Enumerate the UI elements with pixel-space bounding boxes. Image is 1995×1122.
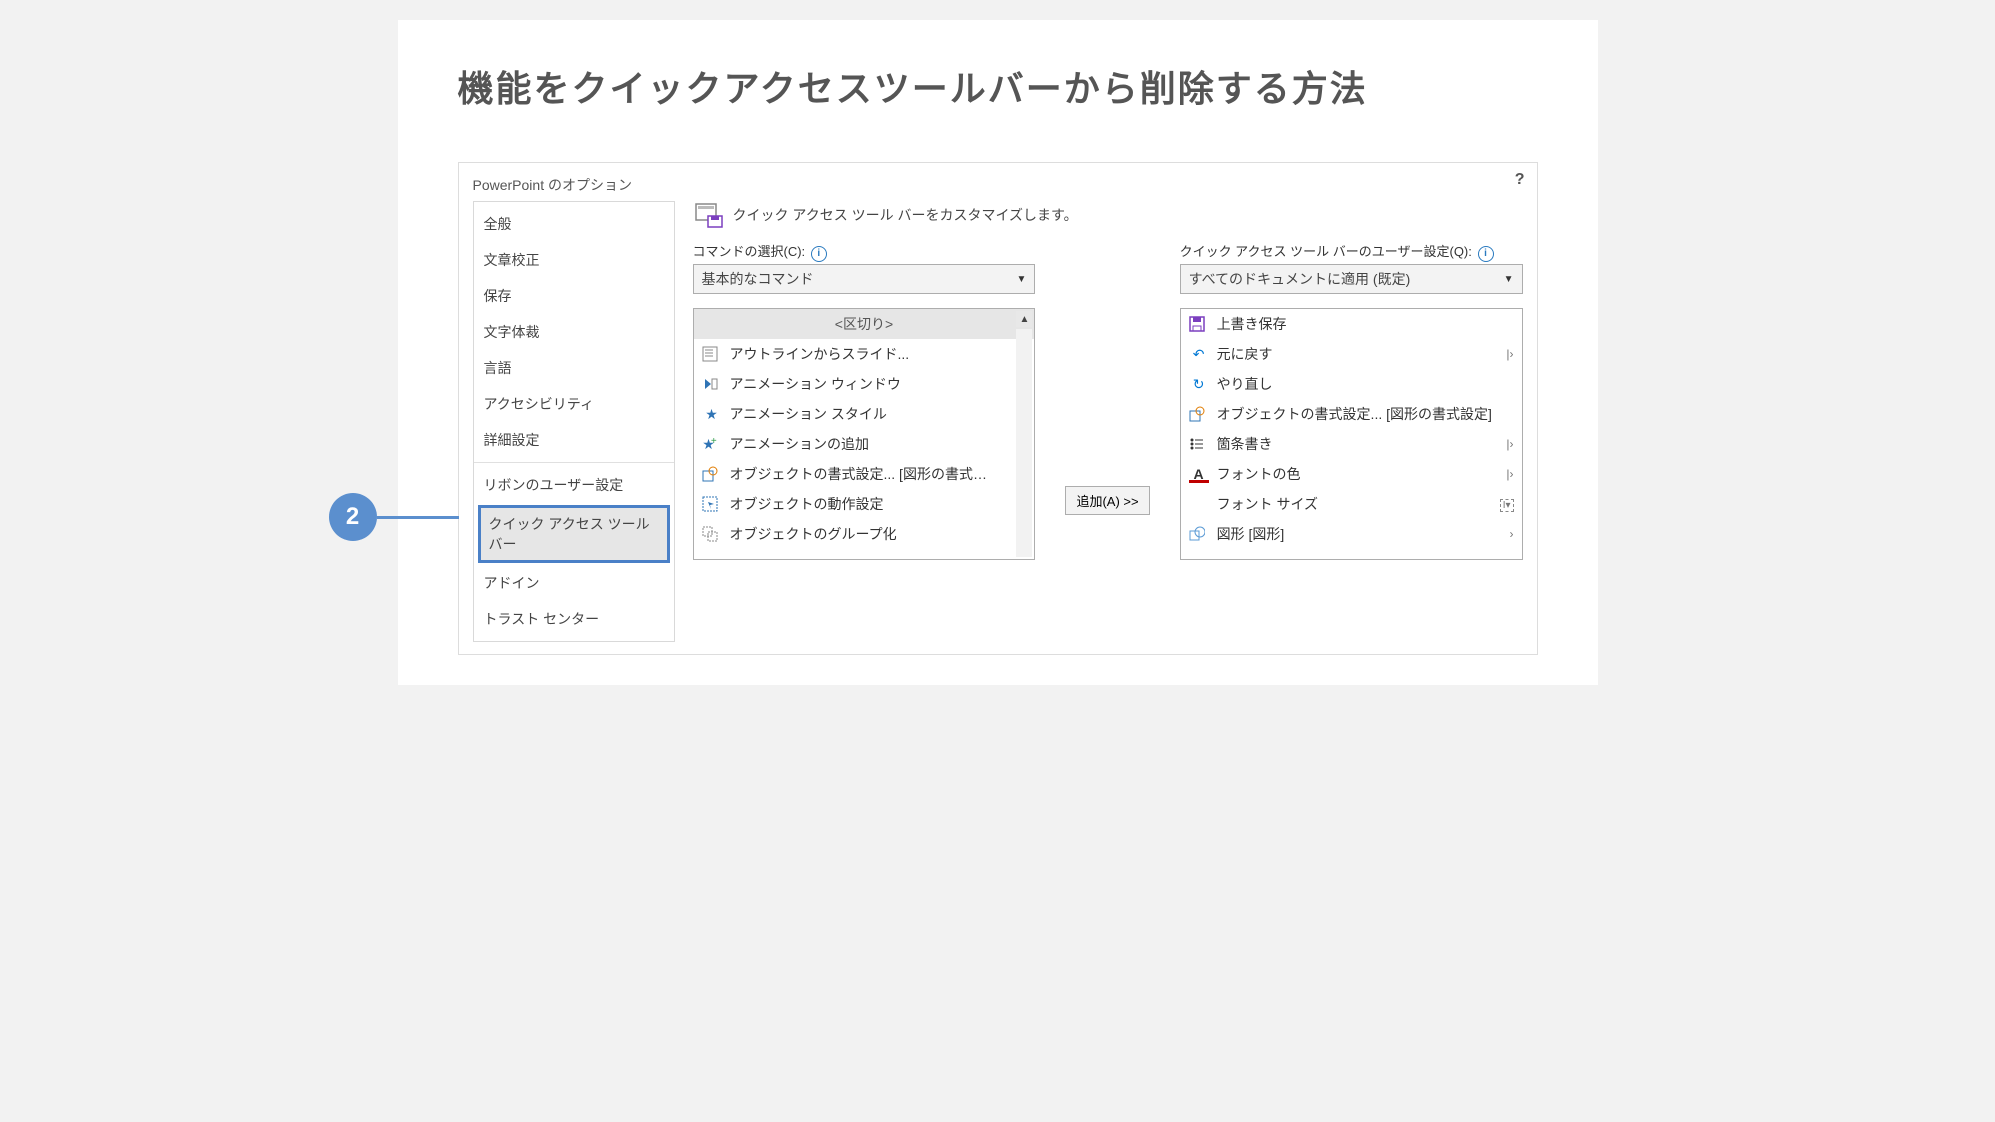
list-item-label: アニメーション ウィンドウ	[730, 374, 1027, 394]
choose-commands-value: 基本的なコマンド	[702, 269, 814, 289]
qat-item-font-color[interactable]: A フォントの色 |›	[1181, 459, 1522, 489]
qat-customize-label: クイック アクセス ツール バーをカスタマイズします。	[733, 205, 1078, 225]
group-icon	[702, 526, 722, 542]
qat-item-shapes[interactable]: 図形 [図形] ›	[1181, 519, 1522, 549]
page-title: 機能をクイックアクセスツールバーから削除する方法	[458, 60, 1538, 112]
split-indicator-icon: |›	[1506, 437, 1513, 451]
list-item-add-animation[interactable]: ★+ アニメーションの追加 ›	[694, 429, 1035, 459]
list-item-separator[interactable]: <区切り>	[694, 309, 1035, 339]
options-dialog: 2 PowerPoint のオプション ? 全般 文章校正 保存 文字体裁 言語…	[458, 162, 1538, 655]
list-item-action-settings[interactable]: オブジェクトの動作設定	[694, 489, 1035, 519]
star-add-icon: ★+	[702, 436, 722, 453]
list-item-label: 図形 [図形]	[1217, 524, 1502, 544]
scroll-up-icon[interactable]: ▲	[1016, 311, 1032, 327]
choose-commands-dropdown[interactable]: 基本的なコマンド ▼	[693, 264, 1036, 294]
qat-icon	[693, 201, 725, 229]
shapes-icon	[1189, 526, 1209, 542]
split-indicator-icon: |›	[1506, 467, 1513, 481]
list-item-label: オブジェクトのグループ化	[730, 524, 1027, 544]
outline-icon	[702, 346, 722, 362]
available-commands-list[interactable]: ▲ <区切り> アウトラインからスライド... アニメー	[693, 308, 1036, 560]
list-item-label: アニメーションの追加	[730, 434, 1015, 454]
sidebar-item-accessibility[interactable]: アクセシビリティ	[474, 386, 674, 422]
sidebar-item-ribbon[interactable]: リボンのユーザー設定	[474, 467, 674, 503]
qat-item-save[interactable]: 上書き保存	[1181, 309, 1522, 339]
list-item-label: フォント サイズ	[1217, 494, 1492, 514]
list-item-label: 上書き保存	[1217, 314, 1514, 334]
info-icon[interactable]: i	[811, 246, 827, 262]
list-item-animation-styles[interactable]: ★ アニメーション スタイル ›	[694, 399, 1035, 429]
sidebar-item-proofing[interactable]: 文章校正	[474, 242, 674, 278]
choose-commands-label: コマンドの選択(C): i	[693, 241, 1036, 262]
sidebar-item-quick-access[interactable]: クイック アクセス ツール バー	[478, 505, 670, 563]
slide: 機能をクイックアクセスツールバーから削除する方法 2 PowerPoint のオ…	[398, 20, 1598, 685]
format-icon	[702, 466, 722, 482]
list-item-label: やり直し	[1217, 374, 1514, 394]
undo-icon: ↶	[1189, 346, 1209, 363]
list-item-label: アウトラインからスライド...	[730, 344, 1027, 364]
font-color-icon: A	[1189, 466, 1209, 483]
list-item-label: オブジェクトの書式設定... [図形の書式設定]	[1217, 404, 1514, 424]
customize-qat-label-text: クイック アクセス ツール バーのユーザー設定(Q):	[1180, 244, 1472, 259]
list-item-label: フォントの色	[1217, 464, 1499, 484]
qat-item-undo[interactable]: ↶ 元に戻す |›	[1181, 339, 1522, 369]
chevron-right-icon: ›	[1510, 527, 1514, 541]
sidebar-item-addins[interactable]: アドイン	[474, 565, 674, 601]
star-icon: ★	[702, 406, 722, 423]
help-icon[interactable]: ?	[1515, 171, 1525, 189]
sidebar-item-save[interactable]: 保存	[474, 278, 674, 314]
list-item-label: アニメーション スタイル	[730, 404, 1015, 424]
separator-label: <区切り>	[702, 314, 1027, 334]
scroll-track[interactable]	[1016, 329, 1032, 557]
split-indicator-icon: |›	[1506, 347, 1513, 361]
list-item-format-object[interactable]: オブジェクトの書式設定... [図形の書式…	[694, 459, 1035, 489]
list-item-animation-pane[interactable]: アニメーション ウィンドウ	[694, 369, 1035, 399]
current-qat-list[interactable]: 上書き保存 ↶ 元に戻す |› ↻ やり直し	[1180, 308, 1523, 560]
animation-pane-icon	[702, 376, 722, 392]
info-icon[interactable]: i	[1478, 246, 1494, 262]
sidebar-divider	[474, 462, 674, 463]
sidebar-item-language[interactable]: 言語	[474, 350, 674, 386]
list-item-label: 箇条書き	[1217, 434, 1499, 454]
callout-line	[377, 516, 459, 519]
action-icon	[702, 496, 722, 512]
format-icon	[1189, 406, 1209, 422]
qat-item-bullets[interactable]: 箇条書き |›	[1181, 429, 1522, 459]
qat-scope-dropdown[interactable]: すべてのドキュメントに適用 (既定) ▼	[1180, 264, 1523, 294]
sidebar-item-typography[interactable]: 文字体裁	[474, 314, 674, 350]
customize-qat-label: クイック アクセス ツール バーのユーザー設定(Q): i	[1180, 241, 1523, 262]
combo-indicator-icon: I▾	[1500, 497, 1514, 511]
qat-scope-value: すべてのドキュメントに適用 (既定)	[1189, 269, 1411, 289]
choose-commands-label-text: コマンドの選択(C):	[693, 244, 806, 259]
list-item-group-objects[interactable]: オブジェクトのグループ化	[694, 519, 1035, 549]
sidebar-item-general[interactable]: 全般	[474, 206, 674, 242]
sidebar-item-advanced[interactable]: 詳細設定	[474, 422, 674, 458]
sidebar-item-trust-center[interactable]: トラスト センター	[474, 601, 674, 637]
callout-number: 2	[329, 493, 377, 541]
options-main: クイック アクセス ツール バーをカスタマイズします。 コマンドの選択(C): …	[693, 201, 1523, 560]
chevron-down-icon: ▼	[1504, 274, 1514, 285]
add-button-container: 追加(A) >>	[1065, 486, 1149, 515]
qat-item-font-size[interactable]: フォント サイズ I▾	[1181, 489, 1522, 519]
qat-item-format-object[interactable]: オブジェクトの書式設定... [図形の書式設定]	[1181, 399, 1522, 429]
commands-column: コマンドの選択(C): i 基本的なコマンド ▼ ▲ <区切り>	[693, 241, 1036, 560]
options-sidebar: 全般 文章校正 保存 文字体裁 言語 アクセシビリティ 詳細設定 リボンのユーザ…	[473, 201, 675, 642]
list-item-outline-from-slide[interactable]: アウトラインからスライド...	[694, 339, 1035, 369]
qat-column: クイック アクセス ツール バーのユーザー設定(Q): i すべてのドキュメント…	[1180, 241, 1523, 560]
chevron-down-icon: ▼	[1017, 274, 1027, 285]
save-icon	[1189, 316, 1209, 332]
qat-item-redo[interactable]: ↻ やり直し	[1181, 369, 1522, 399]
dialog-title: PowerPoint のオプション	[473, 175, 1523, 195]
callout-marker: 2	[329, 493, 459, 541]
redo-icon: ↻	[1189, 376, 1209, 393]
list-item-label: 元に戻す	[1217, 344, 1499, 364]
list-item-label: オブジェクトの動作設定	[730, 494, 1027, 514]
bullet-list-icon	[1189, 436, 1209, 452]
list-item-label: オブジェクトの書式設定... [図形の書式…	[730, 464, 1027, 484]
add-button[interactable]: 追加(A) >>	[1065, 486, 1149, 515]
